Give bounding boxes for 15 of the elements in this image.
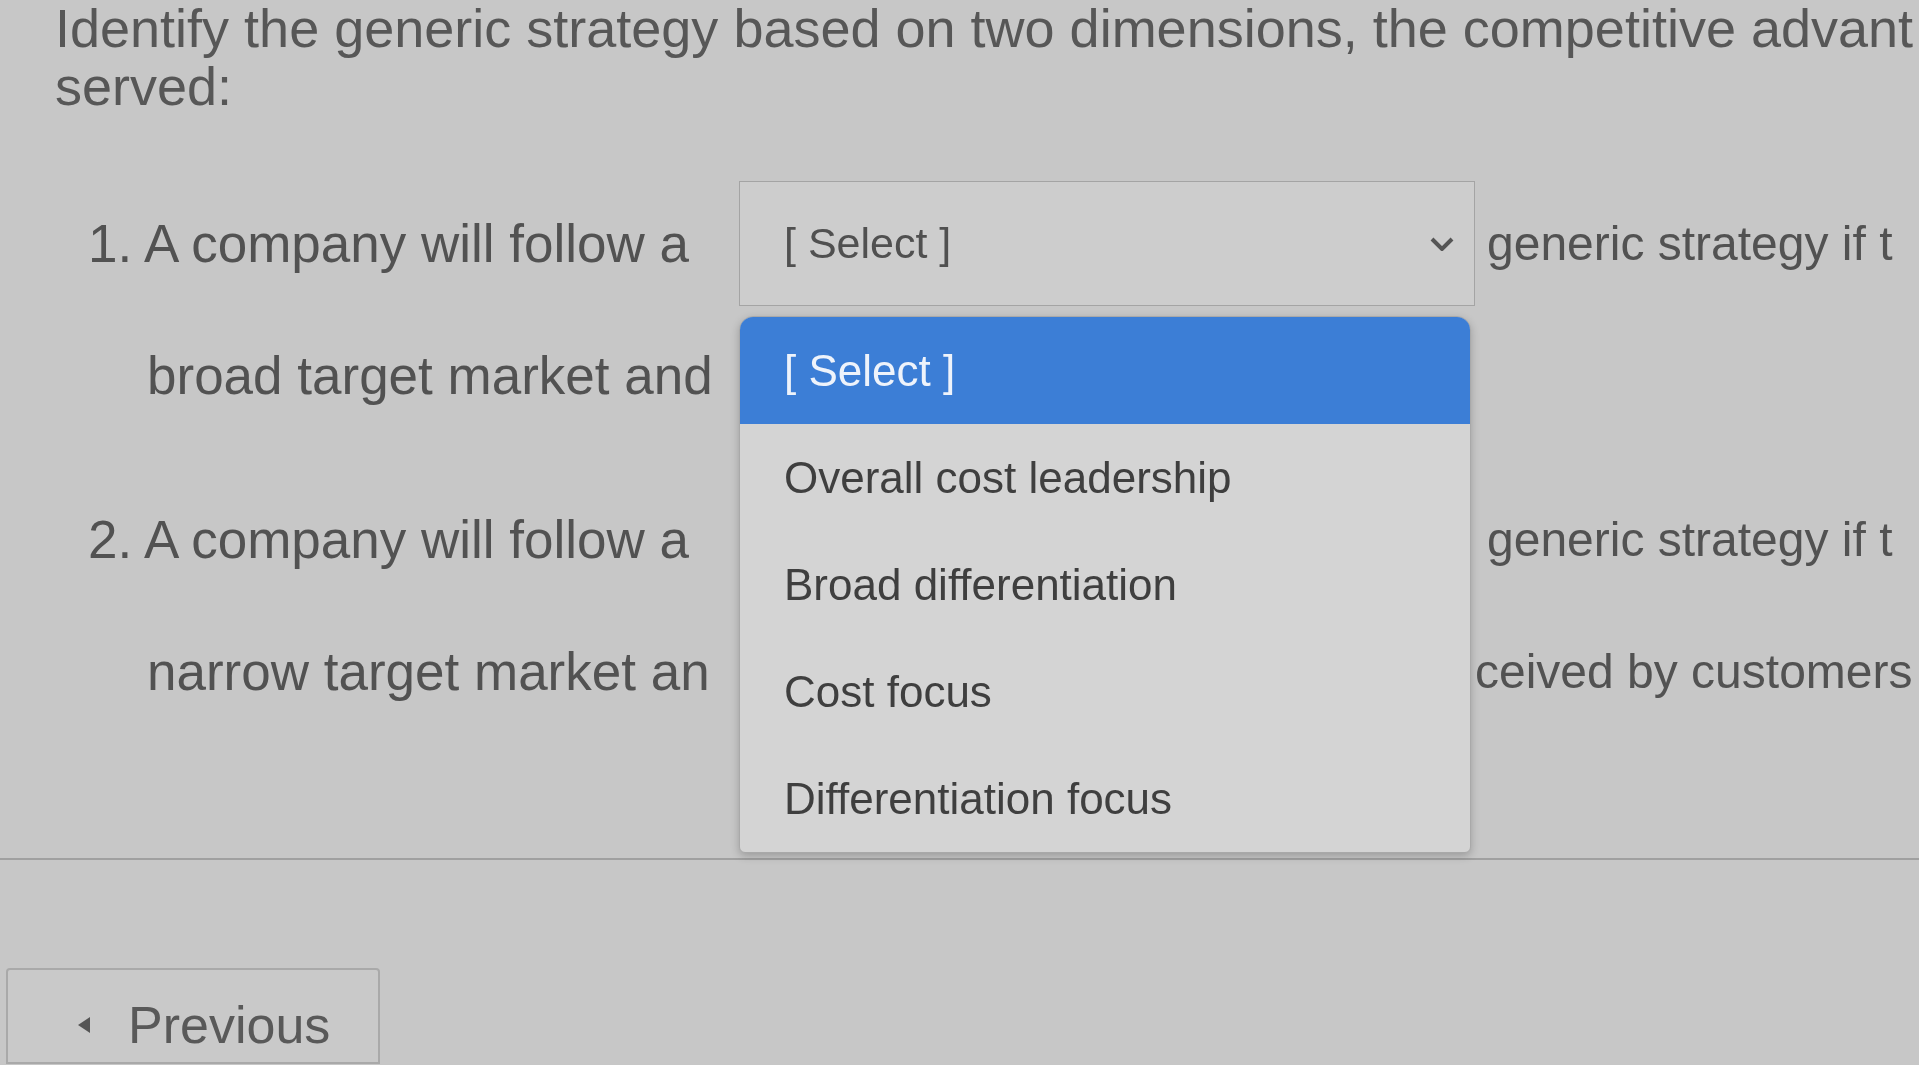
dropdown-option[interactable]: [ Select ] [740, 317, 1470, 424]
question-text: generic strategy if t [1486, 215, 1893, 272]
left-triangle-icon [78, 1017, 90, 1033]
dropdown-option[interactable]: Broad differentiation [740, 531, 1470, 638]
instruction-text: Identify the generic strategy based on two dimensions, the competitive advant [55, 0, 1915, 56]
dropdown-option[interactable]: Cost focus [740, 638, 1470, 745]
dropdown-field[interactable]: [ Select ] [739, 181, 1475, 306]
question-text: generic strategy if t [1486, 511, 1893, 568]
previous-button[interactable]: Previous [6, 968, 380, 1064]
question-text: 2. A company will follow a [88, 509, 690, 570]
question-text: 1. A company will follow a [88, 213, 690, 274]
question-text: ceived by customers [1475, 646, 1913, 698]
chevron-down-icon [1430, 236, 1454, 251]
dropdown-option[interactable]: Overall cost leadership [740, 424, 1470, 531]
dropdown-option[interactable]: Differentiation focus [740, 745, 1470, 852]
